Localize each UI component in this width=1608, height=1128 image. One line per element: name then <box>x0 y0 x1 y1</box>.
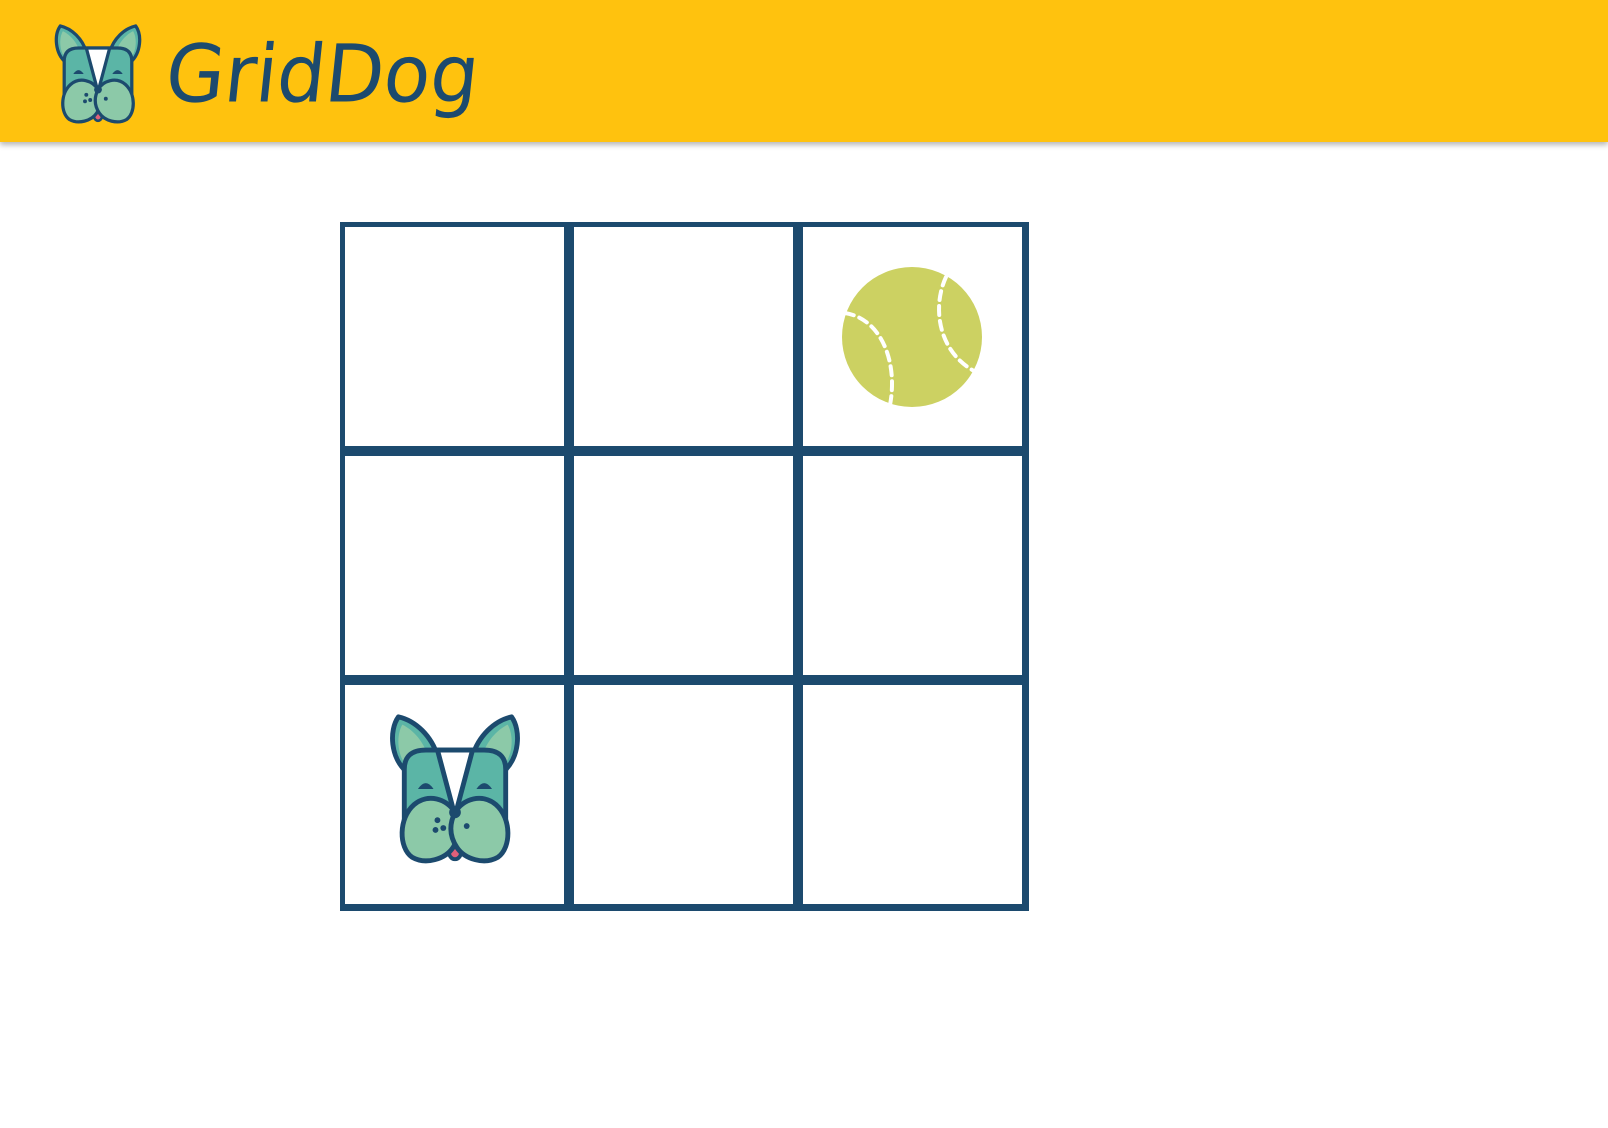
grid-cell-r3-c2[interactable] <box>574 685 793 904</box>
brand: GridDog <box>46 14 484 134</box>
grid-cell-r3-c3[interactable] <box>803 685 1022 904</box>
grid-cell-r1-c1[interactable] <box>345 227 564 446</box>
griddog-app: GridDog <box>0 0 1608 1128</box>
header-bar: GridDog <box>0 0 1608 142</box>
dog-face-icon <box>46 20 150 128</box>
grid-cell-r1-c2[interactable] <box>574 227 793 446</box>
tennis-ball-icon[interactable] <box>842 267 982 407</box>
grid-cell-r2-c3[interactable] <box>803 456 1022 675</box>
grid-cell-r2-c2[interactable] <box>574 456 793 675</box>
dog-face-icon[interactable] <box>377 711 533 867</box>
grid-cell-r3-c1[interactable] <box>345 685 564 904</box>
grid-cell-r2-c1[interactable] <box>345 456 564 675</box>
game-grid <box>340 222 1029 911</box>
grid-cell-r1-c3[interactable] <box>803 227 1022 446</box>
app-name: GridDog <box>161 26 484 121</box>
